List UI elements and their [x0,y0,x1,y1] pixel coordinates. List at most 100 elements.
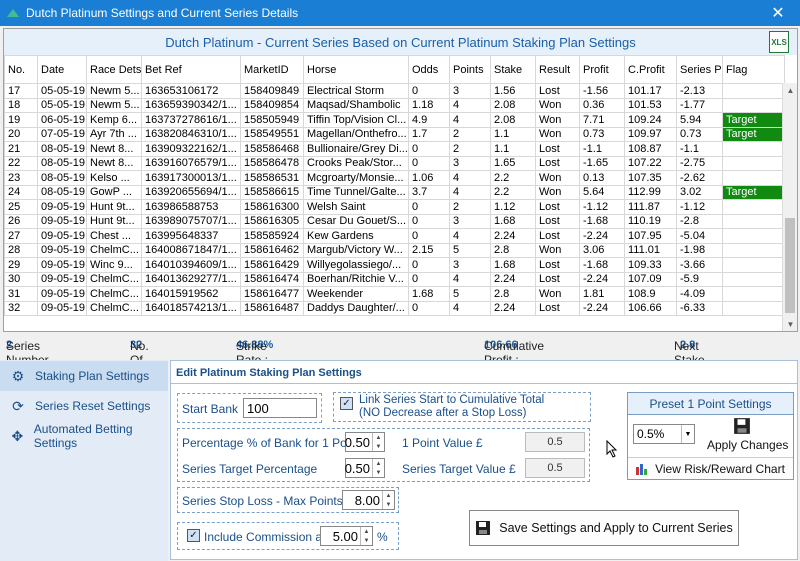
column-header[interactable]: No. [4,55,38,84]
scroll-down-icon[interactable]: ▼ [783,317,798,331]
close-button[interactable]: ✕ [756,0,800,26]
table-row[interactable]: 21 08-05-19 Newt 8... 163909322162/1... 1585… [4,141,785,157]
column-header[interactable]: MarketID [240,55,304,84]
bets-count-stat: No. Of Bets :32 [130,339,154,395]
table-cell: -1.77 [676,97,723,113]
table-cell: 2.2 [490,170,536,186]
chevron-down-icon[interactable]: ▼ [681,425,694,443]
table-cell: 5.94 [676,112,723,128]
table-row[interactable]: 30 09-05-19 ChelmC... 164013629277/1... 1586… [4,271,785,287]
column-header[interactable]: Points [449,55,491,84]
column-header[interactable]: Result [535,55,580,84]
table-row[interactable]: 20 07-05-19 Ayr 7th ... 163820846310/1... 15… [4,126,785,142]
spin-arrows-icon[interactable]: ▲ ▼ [382,491,394,509]
table-cell: -2.24 [579,300,625,316]
pct-bank-stepper[interactable]: 0.50 ▲ ▼ [345,432,385,452]
column-header[interactable]: Profit [579,55,625,84]
table-cell [722,271,785,287]
grid-vertical-scrollbar[interactable]: ▲ ▼ [782,83,797,331]
sidebar-item-series-reset[interactable]: ⟳ Series Reset Settings [0,391,168,421]
table-cell: 1.68 [490,213,536,229]
preset-select[interactable]: 0.5% ▼ [633,424,695,444]
table-cell: 27 [4,228,38,244]
table-cell: Target [722,184,785,200]
sidebar-item-staking-plan[interactable]: ⚙ Staking Plan Settings [0,361,168,391]
table-cell: Magellan/Onthefro... [303,126,409,142]
excel-export-icon[interactable]: XLS [769,31,789,53]
table-cell: 1.1 [490,126,536,142]
table-cell: 21 [4,141,38,157]
table-cell: 0 [408,257,450,273]
table-row[interactable]: 28 09-05-19 ChelmC... 164008671847/1... 1586… [4,242,785,258]
link-series-checkbox[interactable]: ✓ [340,397,353,410]
table-cell: 1.7 [408,126,450,142]
strike-rate-stat: Strike Rate : 46.88% [236,339,274,367]
column-header[interactable]: Bet Ref [141,55,241,84]
table-row[interactable]: 24 08-05-19 GowP ... 163920655694/1... 15858… [4,184,785,200]
table-cell: 107.09 [624,271,677,287]
table-cell: 09-05-19 [37,257,87,273]
table-row[interactable]: 23 08-05-19 Kelso ... 163917300013/1... 1585… [4,170,785,186]
table-cell: 1.06 [408,170,450,186]
table-cell [722,141,785,157]
column-header[interactable]: Odds [408,55,450,84]
apply-changes-button[interactable]: Apply Changes [707,438,788,452]
table-cell: 3 [449,257,491,273]
risk-reward-chart-button[interactable]: View Risk/Reward Chart [628,457,793,479]
point-value-label: 1 Point Value £ [402,436,483,450]
table-cell: 110.19 [624,213,677,229]
table-cell: -4.09 [676,286,723,302]
table-cell: 29 [4,257,38,273]
table-row[interactable]: 19 06-05-19 Kemp 6... 163737278616/1... 1585… [4,112,785,128]
table-cell: 0.73 [579,126,625,142]
table-row[interactable]: 31 09-05-19 ChelmC... 164015919562 158616477… [4,286,785,302]
table-row[interactable]: 25 09-05-19 Hunt 9t... 163986588753 15861630… [4,199,785,215]
table-cell: 164015919562 [141,286,241,302]
scroll-thumb[interactable] [785,218,795,313]
column-header[interactable]: Stake [490,55,536,84]
column-header[interactable]: Date [37,55,87,84]
column-header[interactable]: Flag [722,55,785,84]
spin-arrows-icon[interactable]: ▲ ▼ [360,527,372,545]
table-cell: Cesar Du Gouet/S... [303,213,409,229]
save-settings-button[interactable]: Save Settings and Apply to Current Serie… [469,510,739,546]
table-cell: 163659390342/1... [141,97,241,113]
commission-stepper[interactable]: 5.00 ▲ ▼ [320,526,373,546]
gear-icon: ⚙ [11,367,25,384]
table-cell: Won [535,97,580,113]
column-header[interactable]: Race Dets [86,55,142,84]
stop-loss-stepper[interactable]: 8.00 ▲ ▼ [342,490,395,510]
spin-arrows-icon[interactable]: ▲ ▼ [372,459,384,477]
table-row[interactable]: 29 09-05-19 Winc 9... 164010394609/1... 1586… [4,257,785,273]
table-row[interactable]: 17 05-05-19 Newm 5... 163653106172 158409849… [4,83,785,99]
table-cell: 2.8 [490,286,536,302]
table-row[interactable]: 18 05-05-19 Newm 5... 163659390342/1... 1584… [4,97,785,113]
column-header[interactable]: Horse [303,55,409,84]
series-target-pct-stepper[interactable]: 0.50 ▲ ▼ [345,458,385,478]
table-cell: 08-05-19 [37,170,87,186]
column-header[interactable]: Series Profit [676,55,723,84]
edit-staking-plan-panel: Edit Platinum Staking Plan Settings Star… [170,360,798,560]
sidebar-item-label: Series Reset Settings [35,399,151,413]
next-stake-stat: Next Stake : 2.8 [674,339,705,381]
spin-arrows-icon[interactable]: ▲ ▼ [372,433,384,451]
table-row[interactable]: 27 09-05-19 Chest ... 163995648337 158585924… [4,228,785,244]
table-row[interactable]: 22 08-05-19 Newt 8... 163916076579/1... 1585… [4,155,785,171]
include-commission-checkbox[interactable]: ✓ [187,529,200,542]
table-cell: Won [535,170,580,186]
sidebar-item-automated-betting[interactable]: ✥ Automated Betting Settings [0,421,168,451]
table-cell: Margub/Victory W... [303,242,409,258]
table-cell [722,155,785,171]
table-cell: Time Tunnel/Galte... [303,184,409,200]
table-cell: 08-05-19 [37,141,87,157]
table-cell: 32 [4,300,38,316]
column-header[interactable]: C.Profit [624,55,677,84]
table-cell: -1.98 [676,242,723,258]
start-bank-input[interactable]: 100 [243,398,317,418]
table-row[interactable]: 32 09-05-19 ChelmC... 164018574213/1... 1586… [4,300,785,316]
table-row[interactable]: 26 09-05-19 Hunt 9t... 163989075707/1... 158… [4,213,785,229]
table-cell: Target [722,126,785,142]
table-cell: -2.8 [676,213,723,229]
scroll-up-icon[interactable]: ▲ [783,83,798,97]
table-cell: Kemp 6... [86,112,142,128]
